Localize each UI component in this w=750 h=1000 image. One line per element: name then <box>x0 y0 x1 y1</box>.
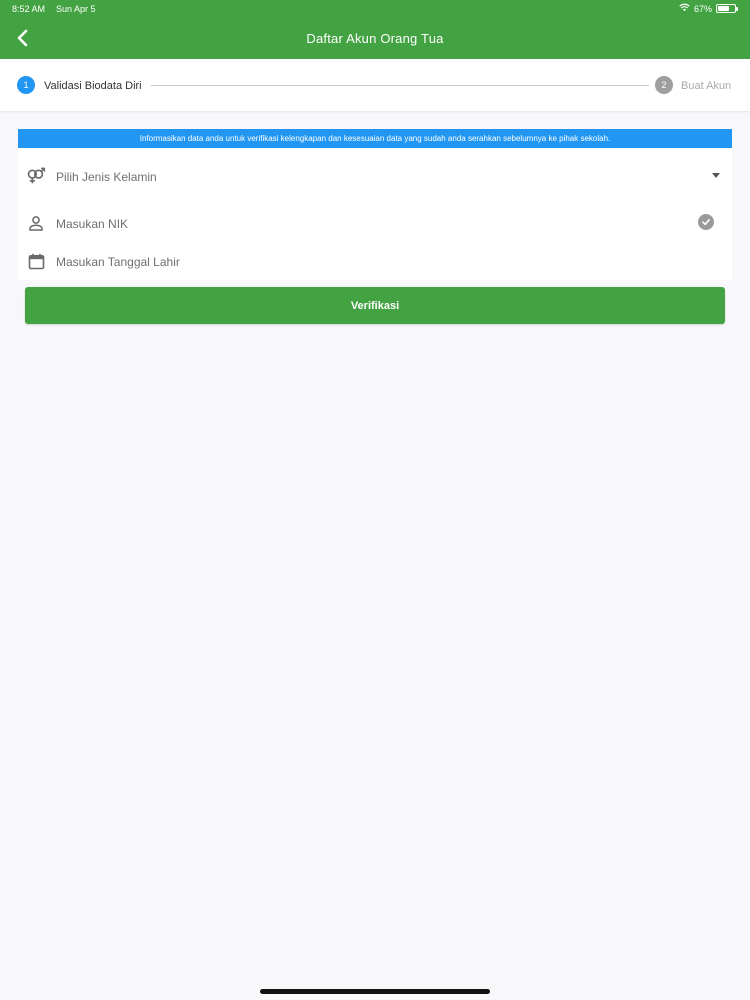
status-bar: 8:52 AM Sun Apr 5 67% <box>0 0 750 18</box>
status-time: 8:52 AM <box>12 4 46 14</box>
status-right: 67% <box>679 3 738 14</box>
screen: 8:52 AM Sun Apr 5 67% Daftar Akun Orang … <box>0 0 750 1000</box>
calendar-icon <box>26 251 46 271</box>
nik-field[interactable]: Masukan NIK <box>18 204 732 242</box>
step-1-label[interactable]: Validasi Biodata Diri <box>44 80 142 92</box>
home-indicator <box>260 989 490 994</box>
app-header: 8:52 AM Sun Apr 5 67% Daftar Akun Orang … <box>0 0 750 59</box>
person-icon <box>26 213 46 233</box>
gender-select[interactable]: Pilih Jenis Kelamin <box>18 157 732 195</box>
battery-fill <box>718 6 729 11</box>
step-connector <box>151 85 649 86</box>
battery-percent: 67% <box>693 3 712 14</box>
step-2-indicator[interactable]: 2 <box>655 76 673 94</box>
birthdate-field[interactable]: Masukan Tanggal Lahir <box>18 242 732 280</box>
step-1-indicator[interactable]: 1 <box>17 76 35 94</box>
info-banner: Informasikan data anda untuk verifikasi … <box>18 129 732 148</box>
birthdate-placeholder: Masukan Tanggal Lahir <box>56 255 180 269</box>
battery-icon <box>716 4 738 13</box>
stepper: 1 Validasi Biodata Diri 2 Buat Akun <box>0 59 750 111</box>
gender-icon <box>26 166 46 186</box>
check-circle-icon <box>698 214 714 230</box>
wifi-icon <box>679 3 690 14</box>
status-date: Sun Apr 5 <box>56 4 96 14</box>
step-2-label[interactable]: Buat Akun <box>681 80 731 92</box>
verify-button-label: Verifikasi <box>350 299 400 312</box>
nik-placeholder: Masukan NIK <box>56 217 129 231</box>
form-card: Pilih Jenis Kelamin Masukan NIK Masukan … <box>18 148 732 280</box>
page-title: Daftar Akun Orang Tua <box>306 31 444 46</box>
dropdown-caret-icon[interactable] <box>712 173 720 178</box>
gender-placeholder: Pilih Jenis Kelamin <box>56 170 157 184</box>
verify-button[interactable]: Verifikasi <box>25 287 725 324</box>
